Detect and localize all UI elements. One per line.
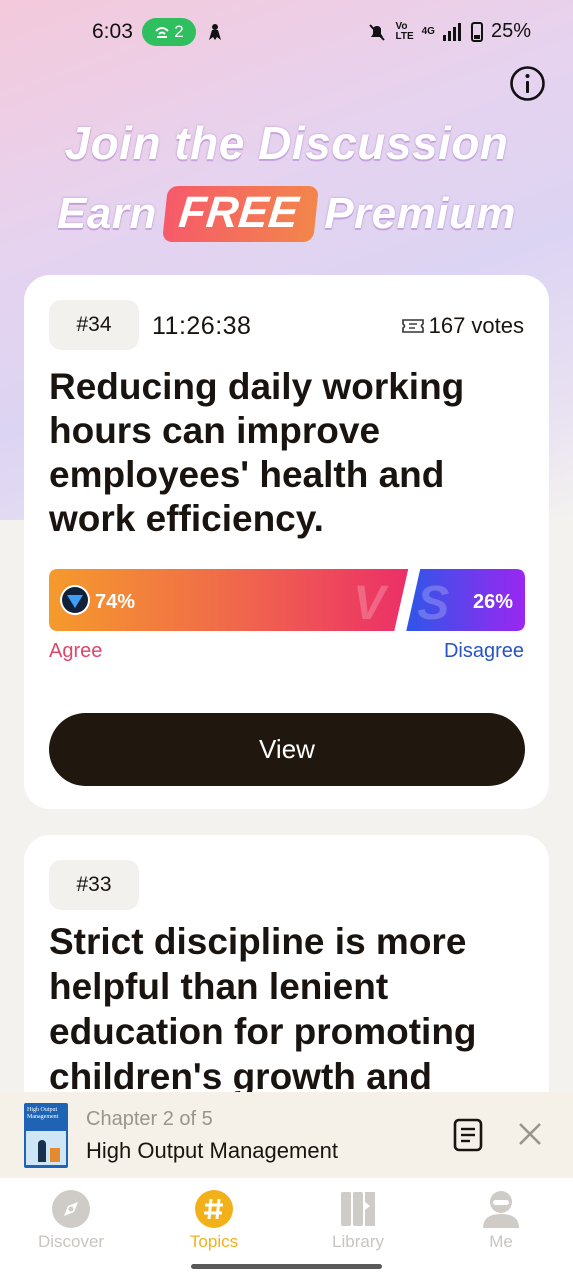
compass-icon <box>52 1190 90 1228</box>
topic-card[interactable]: #34 11:26:38 167 votes Reducing daily wo… <box>24 275 549 809</box>
view-button[interactable]: View <box>49 713 525 786</box>
book-cover-chart <box>50 1148 60 1162</box>
volte-lte: LTE <box>395 30 414 42</box>
ticket-icon <box>401 319 424 333</box>
book-title[interactable]: High Output Management <box>86 1138 338 1164</box>
bell-muted-icon <box>369 23 386 41</box>
nav-item-discover[interactable]: Discover <box>16 1188 126 1252</box>
nav-label-discover: Discover <box>37 1232 105 1251</box>
nav-item-topics[interactable]: Topics <box>159 1188 269 1252</box>
volte-indicator: Vo LTE <box>395 21 414 42</box>
vs-mark-v: V <box>353 577 389 630</box>
hero-premium-text: Premium <box>324 189 516 238</box>
status-time: 6:03 <box>92 20 133 43</box>
info-icon[interactable] <box>509 65 546 102</box>
disagree-percent: 26% <box>473 591 513 613</box>
battery-percent: 25% <box>490 20 531 42</box>
book-cover-title: High Output Management <box>27 1107 59 1120</box>
nav-label-topics: Topics <box>189 1232 239 1251</box>
chapter-progress: Chapter 2 of 5 <box>86 1108 213 1130</box>
vote-count-text: 167 votes <box>428 313 524 338</box>
topic-statement: Strict discipline is more helpful than l… <box>49 921 477 1097</box>
status-indicators: Vo LTE 4G 25% <box>367 20 531 43</box>
topic-number-tag: #33 <box>49 860 139 910</box>
vote-split-bar[interactable]: V S 74% 26% <box>49 569 525 631</box>
vs-mark-s: S <box>417 577 449 630</box>
topic-card[interactable]: #33 Strict discipline is more helpful th… <box>24 835 549 1135</box>
books-icon <box>341 1192 375 1226</box>
nav-label-library: Library <box>332 1232 384 1251</box>
agree-percent: 74% <box>95 591 135 613</box>
book-cover-art <box>26 1131 66 1165</box>
signal-icon <box>442 22 461 41</box>
free-badge: FREE <box>161 186 320 242</box>
disagree-label: Disagree <box>443 640 524 662</box>
hotspot-count: 2 <box>174 22 184 41</box>
topic-number-tag: #34 <box>49 300 139 350</box>
topic-statement: Reducing daily working hours can improve… <box>49 366 465 539</box>
nav-label-me: Me <box>489 1232 513 1251</box>
vote-count: 167 votes <box>401 313 524 339</box>
book-cover-figure <box>38 1140 46 1162</box>
countdown-timer: 11:26:38 <box>152 312 252 340</box>
now-reading-bar[interactable]: High Output Management Chapter 2 of 5 Hi… <box>0 1092 573 1178</box>
status-bar: 6:03 2 Vo LTE 4G 25% <box>0 0 573 66</box>
hero-headline: Join the Discussion <box>64 117 509 169</box>
hero-subheadline: Earn FREE Premium <box>0 186 573 242</box>
battery-icon <box>470 21 483 42</box>
agree-label: Agree <box>49 640 103 662</box>
user-icon <box>483 1191 519 1228</box>
hero-earn-text: Earn <box>57 189 157 238</box>
wifi-hotspot-icon <box>155 27 169 38</box>
hotspot-badge: 2 <box>142 18 196 46</box>
network-type: 4G <box>421 25 435 37</box>
hashtag-icon <box>195 1190 233 1228</box>
home-indicator[interactable] <box>191 1264 382 1269</box>
nav-item-library[interactable]: Library <box>303 1188 413 1252</box>
close-icon[interactable] <box>516 1120 544 1148</box>
app-notification-icon <box>209 24 221 40</box>
book-cover[interactable]: High Output Management <box>24 1103 68 1168</box>
nav-item-me[interactable]: Me <box>446 1188 556 1252</box>
table-of-contents-icon[interactable] <box>452 1118 484 1152</box>
